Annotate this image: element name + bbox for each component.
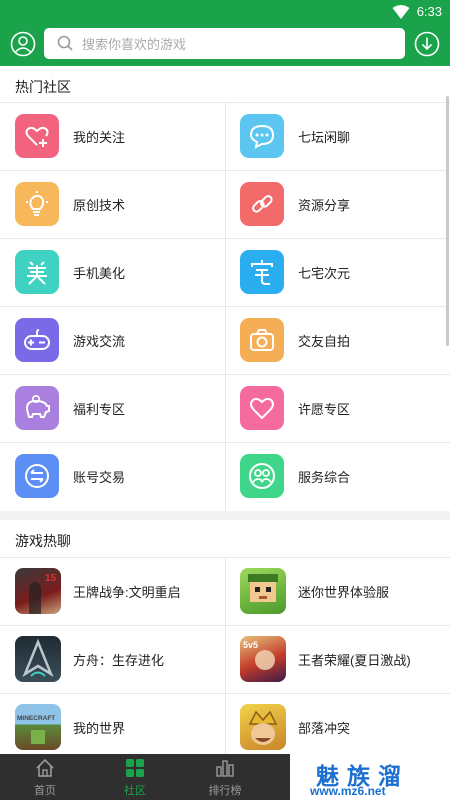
community-item[interactable]: 我的关注 (0, 102, 225, 170)
status-time: 6:33 (416, 4, 442, 19)
app-bar: 搜索你喜欢的游戏 (0, 24, 450, 66)
community-label: 七坛闲聊 (298, 130, 351, 145)
game-mini-world-icon (240, 568, 286, 614)
community-label: 福利专区 (73, 402, 126, 417)
game-badge: 15 (45, 573, 57, 584)
game-label: 迷你世界体验服 (298, 585, 390, 600)
community-label: 资源分享 (298, 198, 351, 213)
game-clash-of-clans-icon (240, 704, 286, 750)
tab-label: 首页 (34, 785, 56, 797)
game-item[interactable]: 迷你世界体验服 (225, 557, 450, 625)
exchange-icon (15, 454, 59, 498)
home-icon (36, 758, 54, 777)
community-item[interactable]: 资源分享 (225, 170, 450, 238)
search-input[interactable]: 搜索你喜欢的游戏 (44, 28, 405, 59)
community-label: 手机美化 (73, 266, 126, 281)
gamepad-icon (15, 318, 59, 362)
community-label: 账号交易 (73, 470, 126, 485)
game-item[interactable]: MINECRAFT 我的世界 (0, 693, 225, 761)
tab-label: 排行榜 (208, 785, 242, 797)
heart-icon (240, 386, 284, 430)
community-item[interactable]: 福利专区 (0, 374, 225, 442)
community-label: 交友自拍 (298, 334, 351, 349)
game-wangpai-icon: 15 (15, 568, 61, 614)
link-icon (240, 182, 284, 226)
section-title: 游戏热聊 (15, 533, 71, 549)
lightbulb-icon (15, 182, 59, 226)
section-title: 热门社区 (15, 79, 71, 95)
game-label: 我的世界 (73, 721, 126, 736)
game-item[interactable]: 15 王牌战争:文明重启 (0, 557, 225, 625)
tab-home[interactable]: 首页 (0, 754, 90, 800)
tab-label: 社区 (124, 785, 146, 797)
tab-community[interactable]: 社区 (90, 754, 180, 800)
game-item[interactable]: 部落冲突 (225, 693, 450, 761)
game-chat-section: 游戏热聊 15 王牌战争:文明重启 迷你世界体验服 方舟：生存进化 5v5 王者… (0, 520, 450, 754)
community-item[interactable]: 服务综合 (225, 442, 450, 510)
watermark: 魅族溜 www.mz6.net (290, 754, 450, 800)
game-badge: MINECRAFT (17, 715, 55, 722)
download-icon[interactable] (414, 31, 440, 57)
search-placeholder: 搜索你喜欢的游戏 (82, 37, 187, 52)
tab-ranking[interactable]: 排行榜 (180, 754, 270, 800)
game-label: 王者荣耀(夏日激战) (298, 653, 411, 668)
heart-plus-icon (15, 114, 59, 158)
grid-icon (126, 759, 144, 777)
camera-icon (240, 318, 284, 362)
community-label: 七宅次元 (298, 266, 351, 281)
watermark-url: www.mz6.net (310, 784, 386, 798)
game-ark-icon (15, 636, 61, 682)
community-item[interactable]: 交友自拍 (225, 306, 450, 374)
community-item[interactable]: 七坛闲聊 (225, 102, 450, 170)
game-badge: 5v5 (243, 640, 258, 650)
game-label: 部落冲突 (298, 721, 351, 736)
community-label: 原创技术 (73, 198, 126, 213)
users-icon (240, 454, 284, 498)
community-item[interactable]: 游戏交流 (0, 306, 225, 374)
beautify-icon (15, 250, 59, 294)
wifi-icon (392, 5, 410, 19)
status-bar: 6:33 (0, 0, 450, 24)
scrollbar[interactable] (446, 96, 449, 346)
community-item[interactable]: 手机美化 (0, 238, 225, 306)
piggy-bank-icon (15, 386, 59, 430)
ranking-icon (216, 760, 234, 777)
community-label: 许愿专区 (298, 402, 351, 417)
game-minecraft-icon: MINECRAFT (15, 704, 61, 750)
community-item[interactable]: 原创技术 (0, 170, 225, 238)
game-label: 方舟：生存进化 (73, 653, 165, 668)
community-label: 服务综合 (298, 470, 351, 485)
community-label: 游戏交流 (73, 334, 126, 349)
search-icon (57, 35, 73, 51)
otaku-icon (240, 250, 284, 294)
community-label: 我的关注 (73, 130, 126, 145)
game-honor-of-kings-icon: 5v5 (240, 636, 286, 682)
hot-community-section: 热门社区 我的关注 七坛闲聊 原创技术 资源分享 手机美化 七宅次元 游戏交流 … (0, 66, 450, 511)
community-item[interactable]: 许愿专区 (225, 374, 450, 442)
community-item[interactable]: 账号交易 (0, 442, 225, 510)
game-item[interactable]: 方舟：生存进化 (0, 625, 225, 693)
user-profile-icon[interactable] (10, 31, 36, 57)
game-item[interactable]: 5v5 王者荣耀(夏日激战) (225, 625, 450, 693)
game-label: 王牌战争:文明重启 (73, 585, 181, 600)
community-item[interactable]: 七宅次元 (225, 238, 450, 306)
bottom-tab-bar: 首页 社区 排行榜 (0, 754, 290, 800)
chat-bubble-icon (240, 114, 284, 158)
